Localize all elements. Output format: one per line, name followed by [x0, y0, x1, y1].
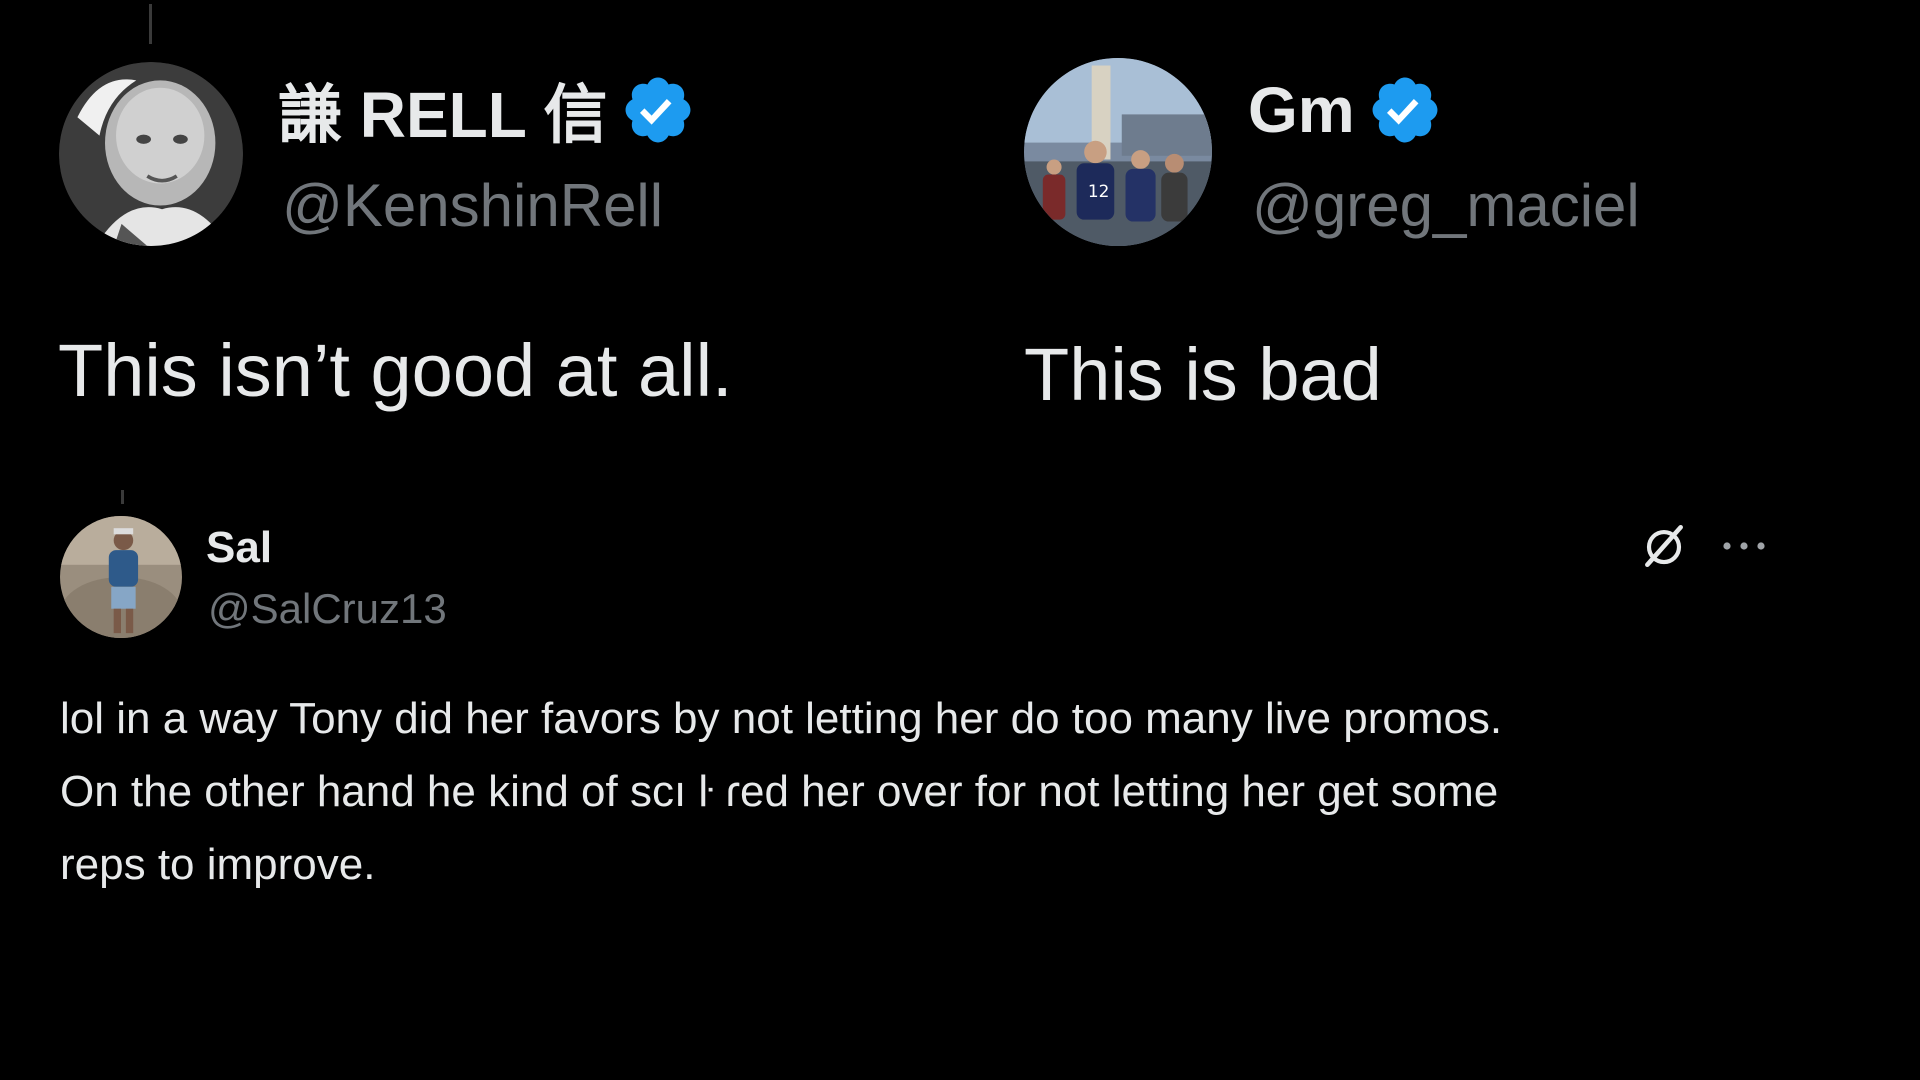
handle[interactable]: @greg_maciel	[1252, 164, 1640, 248]
handle[interactable]: @SalCruz13	[208, 582, 447, 636]
verified-badge-icon	[620, 72, 696, 148]
avatar[interactable]: 12	[1024, 58, 1212, 246]
verified-badge-icon	[1367, 72, 1443, 148]
handle[interactable]: @KenshinRell	[282, 164, 663, 248]
reply-text-line: On the other hand he kind of scı ŀ ɾed h…	[60, 767, 1499, 816]
more-options-icon[interactable]	[1716, 518, 1772, 574]
avatar[interactable]	[60, 516, 182, 638]
reply-card-salcruz13[interactable]: Sal @SalCruz13 lol in a way Tony did her…	[0, 490, 1920, 910]
display-name[interactable]: Gm	[1248, 73, 1355, 147]
display-name-row: Gm	[1248, 70, 1443, 150]
display-name[interactable]: Sal	[206, 520, 272, 576]
grok-icon[interactable]	[1636, 518, 1692, 574]
svg-text:12: 12	[1088, 181, 1110, 201]
reply-text-line: reps to improve.	[60, 840, 376, 889]
reply-text-line: lol in a way Tony did her favors by not …	[60, 694, 1503, 743]
tweet-text: This isn’t good at all.	[58, 329, 733, 412]
display-name-row: 謙 RELL 信	[278, 70, 696, 151]
tweet-card-greg-maciel[interactable]: 12 Gm @greg_maciel This is bad	[960, 0, 1920, 440]
avatar[interactable]	[59, 62, 243, 246]
tweet-card-kenshinrell[interactable]: 謙 RELL 信 @KenshinRell This isn’t good at…	[0, 0, 960, 440]
reply-text: lol in a way Tony did her favors by not …	[60, 682, 1810, 901]
display-name[interactable]: 謙 RELL 信	[278, 64, 608, 156]
tweet-text: This is bad	[1024, 333, 1382, 416]
